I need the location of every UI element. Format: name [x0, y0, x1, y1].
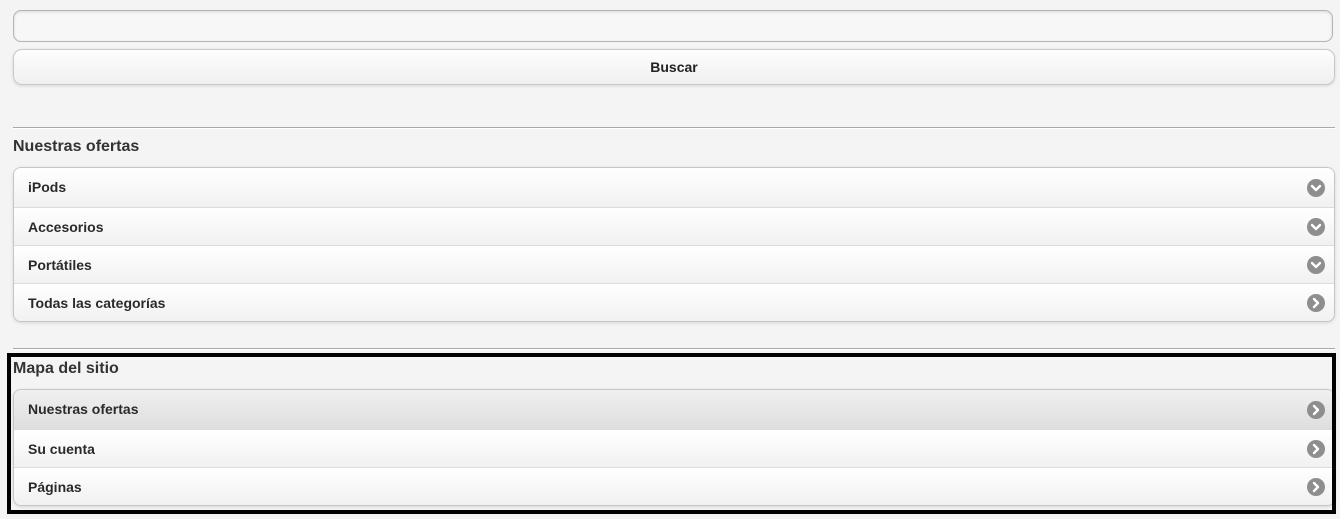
list-item-label: Todas las categorías	[28, 295, 166, 311]
chevron-down-icon	[1307, 255, 1325, 274]
offers-title: Nuestras ofertas	[13, 138, 140, 155]
sitemap-item-nuestras-ofertas[interactable]: Nuestras ofertas	[14, 390, 1334, 429]
list-item-label: Nuestras ofertas	[28, 401, 139, 417]
offers-list: iPods Accesorios Portátiles Todas las ca…	[13, 167, 1335, 322]
sitemap-list: Nuestras ofertas Su cuenta Páginas	[13, 389, 1335, 506]
offers-item-accesorios[interactable]: Accesorios	[14, 207, 1334, 245]
divider	[13, 127, 1335, 129]
offers-item-todas-categorias[interactable]: Todas las categorías	[14, 283, 1334, 321]
chevron-right-icon	[1307, 400, 1325, 419]
chevron-right-icon	[1307, 293, 1325, 312]
search-button[interactable]: Buscar	[13, 49, 1335, 85]
sitemap-title: Mapa del sitio	[13, 360, 119, 377]
sitemap-item-paginas[interactable]: Páginas	[14, 467, 1334, 505]
list-item-label: iPods	[28, 179, 67, 195]
offers-item-ipods[interactable]: iPods	[14, 168, 1334, 207]
list-item-label: Su cuenta	[28, 441, 95, 457]
page: Buscar Nuestras ofertas iPods Accesorios…	[0, 0, 1340, 519]
search-input[interactable]	[13, 10, 1333, 42]
chevron-down-icon	[1307, 217, 1325, 236]
list-item-label: Portátiles	[28, 257, 92, 273]
chevron-right-icon	[1307, 477, 1325, 496]
sitemap-item-su-cuenta[interactable]: Su cuenta	[14, 429, 1334, 467]
offers-item-portatiles[interactable]: Portátiles	[14, 245, 1334, 283]
chevron-right-icon	[1307, 439, 1325, 458]
list-item-label: Accesorios	[28, 219, 104, 235]
divider	[13, 348, 1335, 350]
chevron-down-icon	[1307, 178, 1325, 197]
list-item-label: Páginas	[28, 479, 82, 495]
